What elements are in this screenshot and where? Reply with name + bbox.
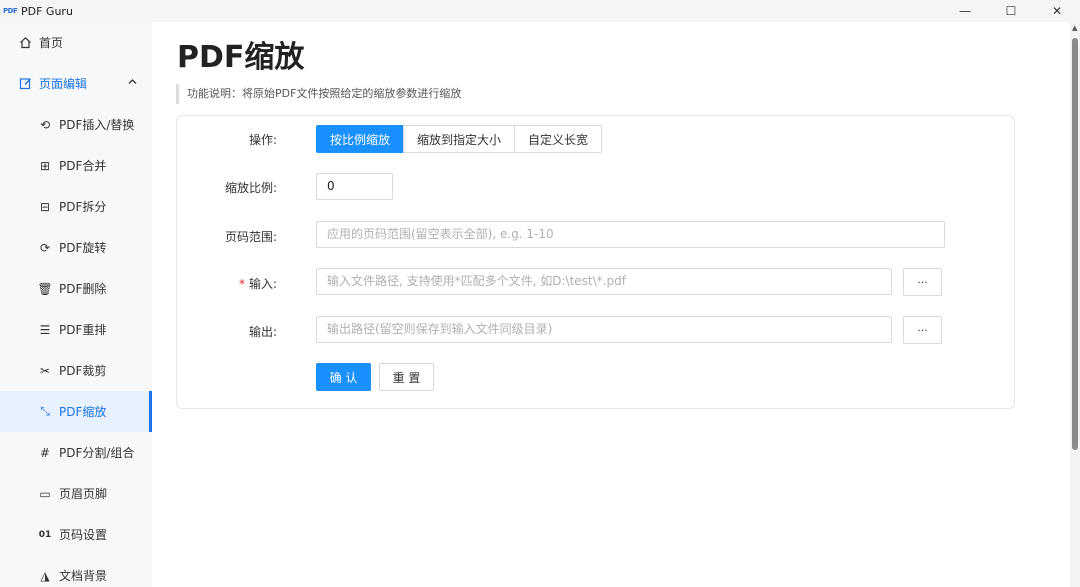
sidebar-group-label: 页面编辑 <box>39 77 88 91</box>
sidebar-item-scale[interactable]: ⤡ PDF缩放 <box>0 391 152 432</box>
operation-segmented-control: 按比例缩放 缩放到指定大小 自定义长宽 <box>316 125 603 153</box>
sidebar-item-label: 页眉页脚 <box>59 487 108 501</box>
sidebar-item-label: PDF缩放 <box>59 405 107 419</box>
scrollbar[interactable]: ▲ <box>1070 22 1080 587</box>
sidebar-group-page-edit[interactable]: 页面编辑 <box>0 63 152 104</box>
sidebar-item-label: PDF合并 <box>59 159 107 173</box>
sidebar-item-label: 文档背景 <box>59 569 108 583</box>
app-logo-icon: PDF <box>3 7 18 15</box>
merge-icon: ⊞ <box>39 158 51 173</box>
input-label: * 输入: <box>177 275 277 292</box>
sidebar-item-label: PDF分割/组合 <box>59 446 135 460</box>
scroll-up-arrow-icon[interactable]: ▲ <box>1072 24 1078 32</box>
sidebar-item-page-number[interactable]: 01 页码设置 <box>0 514 152 555</box>
split-icon: ⊟ <box>39 199 51 214</box>
input-label-text: 输入: <box>248 277 277 291</box>
trash-icon: 🗑 <box>37 281 53 296</box>
sidebar-item-label: PDF重排 <box>59 323 107 337</box>
sidebar-item-trash[interactable]: 🗑 PDF删除 <box>0 268 152 309</box>
sidebar-item-label: 页码设置 <box>59 528 108 542</box>
title-bar: PDF PDF Guru — ☐ ✕ <box>0 0 1080 22</box>
app-title: PDF Guru <box>21 4 73 18</box>
sidebar-item-list[interactable]: ☰ PDF重排 <box>0 309 152 350</box>
sidebar-item-label: PDF拆分 <box>59 200 107 214</box>
output-path-field[interactable]: 输出路径(留空则保存到输入文件同级目录) <box>316 316 892 343</box>
sidebar: 首页 页面编辑 ⟲ PDF插入/替换 ⊞ PDF合并 ⊟ PDF拆分 ⟳ PDF旋转 🗑 PDF删… <box>0 22 152 587</box>
rotate-icon: ⟳ <box>39 240 51 255</box>
sidebar-item-merge[interactable]: ⊞ PDF合并 <box>0 145 152 186</box>
option-custom-size[interactable]: 自定义长宽 <box>514 125 603 153</box>
confirm-button[interactable]: 确 认 <box>316 363 371 391</box>
grid-icon: # <box>39 445 51 460</box>
sidebar-item-label: PDF插入/替换 <box>59 118 135 132</box>
reset-button[interactable]: 重 置 <box>379 363 434 391</box>
insert-replace-icon: ⟲ <box>39 117 51 132</box>
scissors-icon: ✂ <box>39 363 51 378</box>
page-range-label: 页码范围: <box>224 230 277 244</box>
home-icon <box>18 36 32 50</box>
maximize-button[interactable]: ☐ <box>988 0 1034 22</box>
ratio-input[interactable]: 0 <box>316 173 393 200</box>
sidebar-item-label: PDF旋转 <box>59 241 107 255</box>
page-title: PDF缩放 <box>177 40 305 75</box>
input-path-field[interactable]: 输入文件路径, 支持使用*匹配多个文件, 如D:\test\*.pdf <box>316 268 892 295</box>
sidebar-item-grid[interactable]: # PDF分割/组合 <box>0 432 152 473</box>
feature-description: 功能说明：将原始PDF文件按照给定的缩放参数进行缩放 <box>176 84 461 104</box>
sidebar-item-header-footer[interactable]: ▭ 页眉页脚 <box>0 473 152 514</box>
sidebar-item-label: 首页 <box>39 36 64 50</box>
sidebar-item-background[interactable]: ◮ 文档背景 <box>0 555 152 587</box>
form-card: 操作: 按比例缩放 缩放到指定大小 自定义长宽 缩放比例: 0 页码范围: 应用… <box>176 115 1015 409</box>
scrollbar-thumb[interactable] <box>1072 38 1078 450</box>
page-number-icon: 01 <box>38 529 52 540</box>
sidebar-item-label: PDF裁剪 <box>59 364 107 378</box>
main-content: PDF缩放 功能说明：将原始PDF文件按照给定的缩放参数进行缩放 操作: 按比例… <box>152 22 1070 587</box>
sidebar-item-scissors[interactable]: ✂ PDF裁剪 <box>0 350 152 391</box>
operation-label: 操作: <box>248 133 277 147</box>
chevron-up-icon[interactable] <box>128 77 137 88</box>
background-icon: ◮ <box>40 568 50 583</box>
sidebar-item-label: PDF删除 <box>59 282 107 296</box>
input-browse-button[interactable]: ··· <box>903 268 942 296</box>
sidebar-item-split[interactable]: ⊟ PDF拆分 <box>0 186 152 227</box>
list-icon: ☰ <box>39 322 51 337</box>
sidebar-item-home[interactable]: 首页 <box>0 22 152 63</box>
ratio-label: 缩放比例: <box>224 181 277 195</box>
window-controls: — ☐ ✕ <box>942 0 1080 22</box>
sidebar-item-insert-replace[interactable]: ⟲ PDF插入/替换 <box>0 104 152 145</box>
sidebar-item-rotate[interactable]: ⟳ PDF旋转 <box>0 227 152 268</box>
output-label: 输出: <box>248 325 277 339</box>
option-scale-by-ratio[interactable]: 按比例缩放 <box>316 125 405 153</box>
close-button[interactable]: ✕ <box>1034 0 1080 22</box>
output-browse-button[interactable]: ··· <box>903 316 942 344</box>
minimize-button[interactable]: — <box>942 0 988 22</box>
option-scale-to-size[interactable]: 缩放到指定大小 <box>403 125 516 153</box>
page-range-input[interactable]: 应用的页码范围(留空表示全部), e.g. 1-10 <box>316 221 945 248</box>
header-footer-icon: ▭ <box>39 486 51 501</box>
scale-icon: ⤡ <box>40 404 50 418</box>
required-mark: * <box>238 277 245 291</box>
edit-icon <box>18 77 32 91</box>
